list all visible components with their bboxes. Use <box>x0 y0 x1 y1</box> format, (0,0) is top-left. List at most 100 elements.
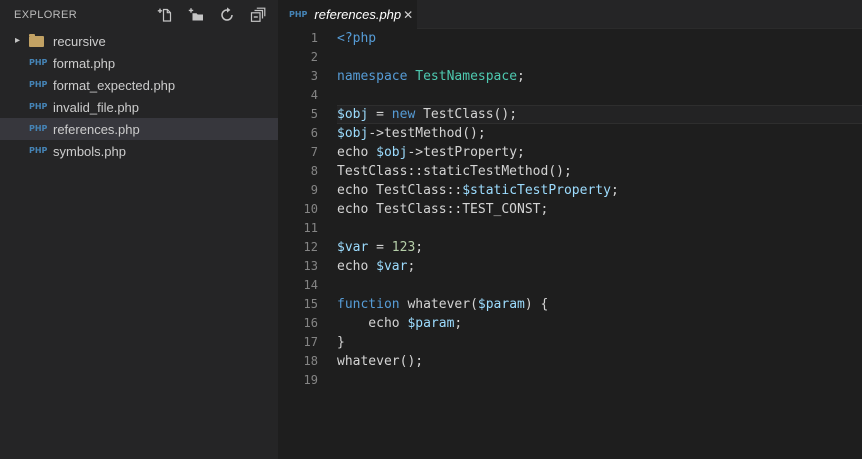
gutter-spacer <box>318 219 337 238</box>
line-text <box>337 48 862 67</box>
explorer-title: EXPLORER <box>14 9 78 21</box>
code-line-14[interactable]: 14 <box>278 276 862 295</box>
line-text <box>337 86 862 105</box>
line-text: echo $obj->testProperty; <box>337 145 525 160</box>
gutter-spacer <box>318 314 337 333</box>
editor-area: PHP references.php ✕ 1 <?php 2 3 namespace T… <box>278 0 862 459</box>
php-file-icon: PHP <box>29 146 48 155</box>
line-number: 5 <box>310 107 318 121</box>
line-number: 9 <box>310 183 318 197</box>
line-number: 8 <box>310 164 318 178</box>
line-text: $obj = new TestClass(); <box>337 105 862 124</box>
line-number: 7 <box>310 145 318 159</box>
line-text: echo TestClass::TEST_CONST; <box>337 202 549 217</box>
line-number: 10 <box>303 202 318 216</box>
line-number: 6 <box>310 126 318 140</box>
close-tab-icon[interactable]: ✕ <box>401 7 415 23</box>
line-text: echo TestClass::$staticTestProperty; <box>337 183 619 198</box>
line-number: 14 <box>303 278 318 292</box>
explorer-sidebar: EXPLORER ▸ recursive PHP format.php PHP … <box>0 0 278 459</box>
line-text: echo $param; <box>337 316 463 331</box>
tree-item-invalid-file-php[interactable]: PHP invalid_file.php <box>0 96 278 118</box>
code-line-8[interactable]: 8 TestClass::staticTestMethod(); <box>278 162 862 181</box>
gutter-spacer <box>318 124 337 143</box>
code-line-7[interactable]: 7 echo $obj->testProperty; <box>278 143 862 162</box>
code-line-15[interactable]: 15 function whatever($param) { <box>278 295 862 314</box>
code-line-1[interactable]: 1 <?php <box>278 29 862 48</box>
code-line-9[interactable]: 9 echo TestClass::$staticTestProperty; <box>278 181 862 200</box>
line-text: $obj->testMethod(); <box>337 126 486 141</box>
line-number: 11 <box>303 221 318 235</box>
new-folder-icon[interactable] <box>188 7 204 23</box>
refresh-icon[interactable] <box>219 7 235 23</box>
gutter-spacer <box>318 200 337 219</box>
php-file-icon: PHP <box>29 124 48 133</box>
gutter-spacer <box>318 295 337 314</box>
collapse-all-icon[interactable] <box>250 7 266 23</box>
line-text: TestClass::staticTestMethod(); <box>337 164 572 179</box>
code-line-13[interactable]: 13 echo $var; <box>278 257 862 276</box>
explorer-actions <box>157 7 266 23</box>
line-text: $var = 123; <box>337 240 424 255</box>
file-tree: ▸ recursive PHP format.php PHP format_expecte… <box>0 30 278 459</box>
chevron-right-icon: ▸ <box>15 35 21 46</box>
line-number: 19 <box>303 373 318 387</box>
gutter-spacer <box>318 371 337 390</box>
code-line-5[interactable]: 5 $obj = new TestClass(); <box>278 105 862 124</box>
php-file-icon: PHP <box>29 58 48 67</box>
line-text <box>337 371 862 390</box>
tab-label: references.php <box>314 7 402 22</box>
line-text: function whatever($param) { <box>337 297 549 312</box>
line-number: 18 <box>303 354 318 368</box>
tree-item-references-php[interactable]: PHP references.php <box>0 118 278 140</box>
file-label: format_expected.php <box>53 77 176 93</box>
code-line-2[interactable]: 2 <box>278 48 862 67</box>
code-line-16[interactable]: 16 echo $param; <box>278 314 862 333</box>
file-label: symbols.php <box>53 143 126 159</box>
line-number: 15 <box>303 297 318 311</box>
line-number: 17 <box>303 335 318 349</box>
gutter-spacer <box>318 352 337 371</box>
code-line-11[interactable]: 11 <box>278 219 862 238</box>
line-number: 1 <box>310 31 318 45</box>
php-file-icon: PHP <box>29 102 48 111</box>
gutter-spacer <box>318 333 337 352</box>
gutter-spacer <box>318 105 337 124</box>
code-line-12[interactable]: 12 $var = 123; <box>278 238 862 257</box>
code-line-10[interactable]: 10 echo TestClass::TEST_CONST; <box>278 200 862 219</box>
line-number: 3 <box>310 69 318 83</box>
tree-item-format-php[interactable]: PHP format.php <box>0 52 278 74</box>
file-label: recursive <box>53 33 106 49</box>
tree-item-symbols-php[interactable]: PHP symbols.php <box>0 140 278 162</box>
line-text: } <box>337 335 345 350</box>
line-number: 2 <box>310 50 318 64</box>
tree-item-recursive[interactable]: ▸ recursive <box>0 30 278 52</box>
gutter-spacer <box>318 143 337 162</box>
code-line-3[interactable]: 3 namespace TestNamespace; <box>278 67 862 86</box>
folder-icon <box>29 33 44 47</box>
line-number: 12 <box>303 240 318 254</box>
explorer-header: EXPLORER <box>0 0 278 30</box>
file-label: format.php <box>53 55 116 71</box>
code-line-4[interactable]: 4 <box>278 86 862 105</box>
tree-item-format-expected-php[interactable]: PHP format_expected.php <box>0 74 278 96</box>
line-number: 16 <box>303 316 318 330</box>
file-label: invalid_file.php <box>53 99 140 115</box>
gutter-spacer <box>318 162 337 181</box>
line-text: <?php <box>337 31 377 46</box>
code-line-19[interactable]: 19 <box>278 371 862 390</box>
new-file-icon[interactable] <box>157 7 173 23</box>
gutter-spacer <box>318 67 337 86</box>
code-line-6[interactable]: 6 $obj->testMethod(); <box>278 124 862 143</box>
code-line-17[interactable]: 17} <box>278 333 862 352</box>
code-editor[interactable]: 1 <?php 2 3 namespace TestNamespace; 4 5 $obj =… <box>278 29 862 459</box>
code-line-18[interactable]: 18 whatever(); <box>278 352 862 371</box>
line-number: 13 <box>303 259 318 273</box>
tab-references-php[interactable]: PHP references.php ✕ <box>278 0 417 29</box>
tab-bar: PHP references.php ✕ <box>278 0 862 29</box>
line-text: echo $var; <box>337 259 416 274</box>
gutter-spacer <box>318 238 337 257</box>
php-file-icon: PHP <box>289 9 308 19</box>
line-text: namespace TestNamespace; <box>337 69 525 84</box>
line-number: 4 <box>310 88 318 102</box>
